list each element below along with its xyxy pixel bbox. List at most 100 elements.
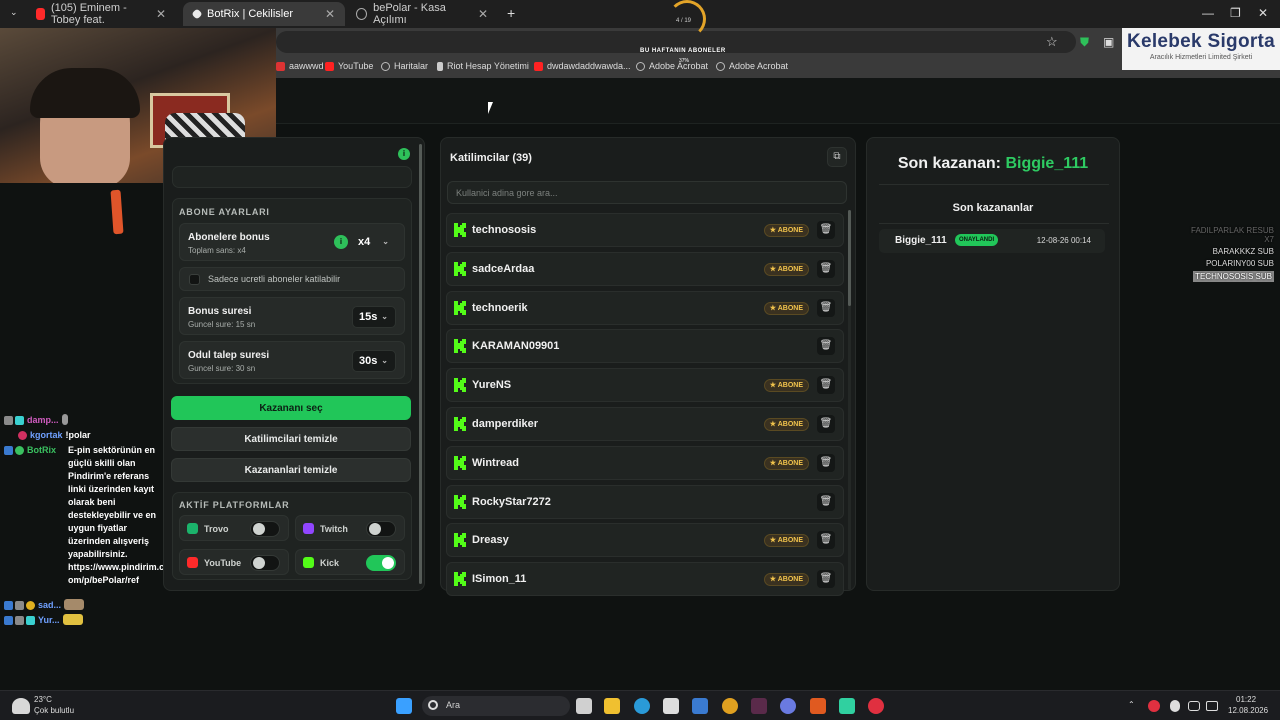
- weather-icon[interactable]: [12, 698, 30, 714]
- youtube-icon: [534, 61, 543, 71]
- participant-name: technososis: [472, 224, 537, 236]
- twitch-icon: [303, 523, 314, 534]
- settings-panel: i ABONE AYARLARI Abonelere bonus Toplam …: [163, 137, 425, 591]
- trash-icon[interactable]: 🗑: [817, 492, 835, 511]
- youtube-toggle[interactable]: [250, 555, 280, 571]
- file-explorer-icon[interactable]: [604, 698, 620, 714]
- tab-eminem[interactable]: (105) Eminem - Tobey feat. ✕: [26, 2, 176, 26]
- kick-toggle[interactable]: [366, 555, 396, 571]
- minimize-button[interactable]: —: [1202, 6, 1214, 20]
- bookmark-item[interactable]: dwdawdaddwawda...: [534, 61, 631, 71]
- twitch-toggle[interactable]: [366, 521, 396, 537]
- emote-icon: [64, 599, 85, 610]
- paid-only-checkbox-row[interactable]: Sadece ucretli aboneler katilabilir: [179, 267, 405, 291]
- kick-icon: [303, 557, 314, 568]
- broadcaster-icon: [4, 446, 13, 455]
- platform-trovo: Trovo: [179, 515, 289, 541]
- section-title: AKTİF PLATFORMLAR: [179, 500, 290, 510]
- info-icon[interactable]: i: [398, 148, 410, 160]
- shield-icon[interactable]: ⛊: [1080, 35, 1089, 50]
- checkbox[interactable]: [189, 274, 200, 285]
- emote-icon: [62, 614, 83, 625]
- trash-icon[interactable]: 🗑: [817, 570, 835, 589]
- trash-icon[interactable]: 🗑: [817, 221, 835, 239]
- microphone-icon[interactable]: [1170, 700, 1180, 712]
- copy-icon[interactable]: ⧉: [827, 147, 847, 167]
- scrollbar[interactable]: [419, 144, 422, 584]
- participant-name: RockyStar7272: [472, 495, 551, 508]
- discord-icon[interactable]: [780, 698, 796, 714]
- taskbar-search[interactable]: Ara: [422, 696, 570, 716]
- toggle-knob: [253, 523, 265, 535]
- recent-subs-list: FADILPARLAK RESUB X7 BARAKKKZ SUB POLARI…: [1180, 226, 1274, 285]
- tab-search-icon[interactable]: ⌄: [10, 7, 18, 18]
- app-icon[interactable]: [868, 698, 884, 714]
- kick-icon: [454, 223, 466, 237]
- row-title: Bonus suresi: [188, 306, 252, 317]
- scrollbar[interactable]: [848, 210, 851, 590]
- close-icon[interactable]: ✕: [325, 7, 335, 21]
- trash-icon[interactable]: 🗑: [817, 453, 835, 472]
- trovo-toggle[interactable]: [250, 521, 280, 537]
- task-view-icon[interactable]: [576, 698, 592, 714]
- chat-overlay: damp... kgortak !polar BotRix E-pin sekt…: [4, 414, 164, 629]
- new-tab-button[interactable]: +: [507, 5, 515, 21]
- bookmark-item[interactable]: Adobe Acrobat: [636, 61, 708, 71]
- trash-icon[interactable]: 🗑: [817, 415, 835, 433]
- window-close-button[interactable]: ✕: [1258, 6, 1268, 20]
- info-icon[interactable]: i: [334, 235, 348, 249]
- bookmark-item[interactable]: Riot Hesap Yönetimi: [437, 61, 529, 71]
- bookmark-item[interactable]: Adobe Acrobat: [716, 61, 788, 71]
- participants-panel: Katilimcilar (39) ⧉ Kullanici adina gore…: [440, 137, 856, 597]
- tab-bepolar[interactable]: bePolar - Kasa Açılımı ✕: [346, 2, 498, 26]
- brave-icon[interactable]: [810, 698, 826, 714]
- sword-icon: [15, 601, 24, 610]
- edge-icon[interactable]: [634, 698, 650, 714]
- trash-icon[interactable]: 🗑: [817, 259, 835, 278]
- chat-user: damp...: [27, 415, 59, 425]
- clear-winners-button[interactable]: Kazananlari temizle: [171, 458, 411, 482]
- close-icon[interactable]: ✕: [156, 7, 166, 21]
- chrome-icon[interactable]: [722, 698, 738, 714]
- extensions-icon[interactable]: ▣: [1103, 35, 1114, 49]
- trash-icon[interactable]: 🗑: [817, 376, 835, 395]
- bookmark-item[interactable]: Haritalar: [381, 61, 428, 71]
- participant-name: sadceArdaa: [472, 262, 535, 275]
- bookmark-item[interactable]: aawwwd: [276, 61, 324, 71]
- participant-row: KARAMAN09901 🗑: [446, 329, 844, 364]
- toggle-knob: [382, 557, 394, 569]
- trash-icon[interactable]: 🗑: [817, 531, 835, 550]
- settings-top-field[interactable]: [172, 166, 412, 188]
- bonus-multiplier-select[interactable]: x4 ⌄: [352, 232, 396, 254]
- app-icon[interactable]: [839, 698, 855, 714]
- participant-search-input[interactable]: Kullanici adina gore ara...: [447, 181, 847, 204]
- trash-icon[interactable]: 🗑: [817, 298, 835, 317]
- bookmark-item[interactable]: YouTube: [325, 61, 373, 71]
- windows-start-icon[interactable]: [396, 698, 412, 714]
- bookmark-label: dwdawdaddwawda...: [547, 61, 631, 71]
- mail-icon[interactable]: [692, 698, 708, 714]
- app-icon[interactable]: [751, 698, 767, 714]
- claim-duration-select[interactable]: 30s ⌄: [352, 350, 396, 372]
- tray-icon[interactable]: [1148, 700, 1160, 712]
- weather-temp: 23°C: [34, 695, 52, 704]
- bonus-duration-row: Bonus suresi Guncel sure: 15 sn 15s ⌄: [179, 297, 405, 335]
- participant-row: technososis ★ ABONE 🗑: [446, 213, 844, 247]
- pick-winner-button[interactable]: Kazananı seç: [171, 396, 411, 420]
- volume-icon[interactable]: [1206, 701, 1218, 711]
- clear-participants-button[interactable]: Katilimcilari temizle: [171, 427, 411, 451]
- tab-botrix[interactable]: BotRix | Cekilisler ✕: [183, 2, 345, 26]
- globe-icon: [716, 61, 725, 71]
- maximize-button[interactable]: ❐: [1230, 6, 1241, 20]
- chevron-up-icon[interactable]: ⌃: [1128, 700, 1135, 709]
- close-icon[interactable]: ✕: [478, 7, 488, 21]
- bonus-duration-select[interactable]: 15s ⌄: [352, 306, 396, 328]
- scrollbar-thumb[interactable]: [848, 210, 851, 306]
- participant-name: technoerik: [472, 301, 528, 314]
- recent-sub-item: TECHNOSOSIS SUB: [1193, 271, 1274, 282]
- store-icon[interactable]: [663, 698, 679, 714]
- row-subtitle: Guncel sure: 15 sn: [188, 320, 256, 329]
- network-icon[interactable]: [1188, 701, 1200, 711]
- star-icon[interactable]: ☆: [1046, 34, 1058, 50]
- trash-icon[interactable]: 🗑: [817, 337, 835, 356]
